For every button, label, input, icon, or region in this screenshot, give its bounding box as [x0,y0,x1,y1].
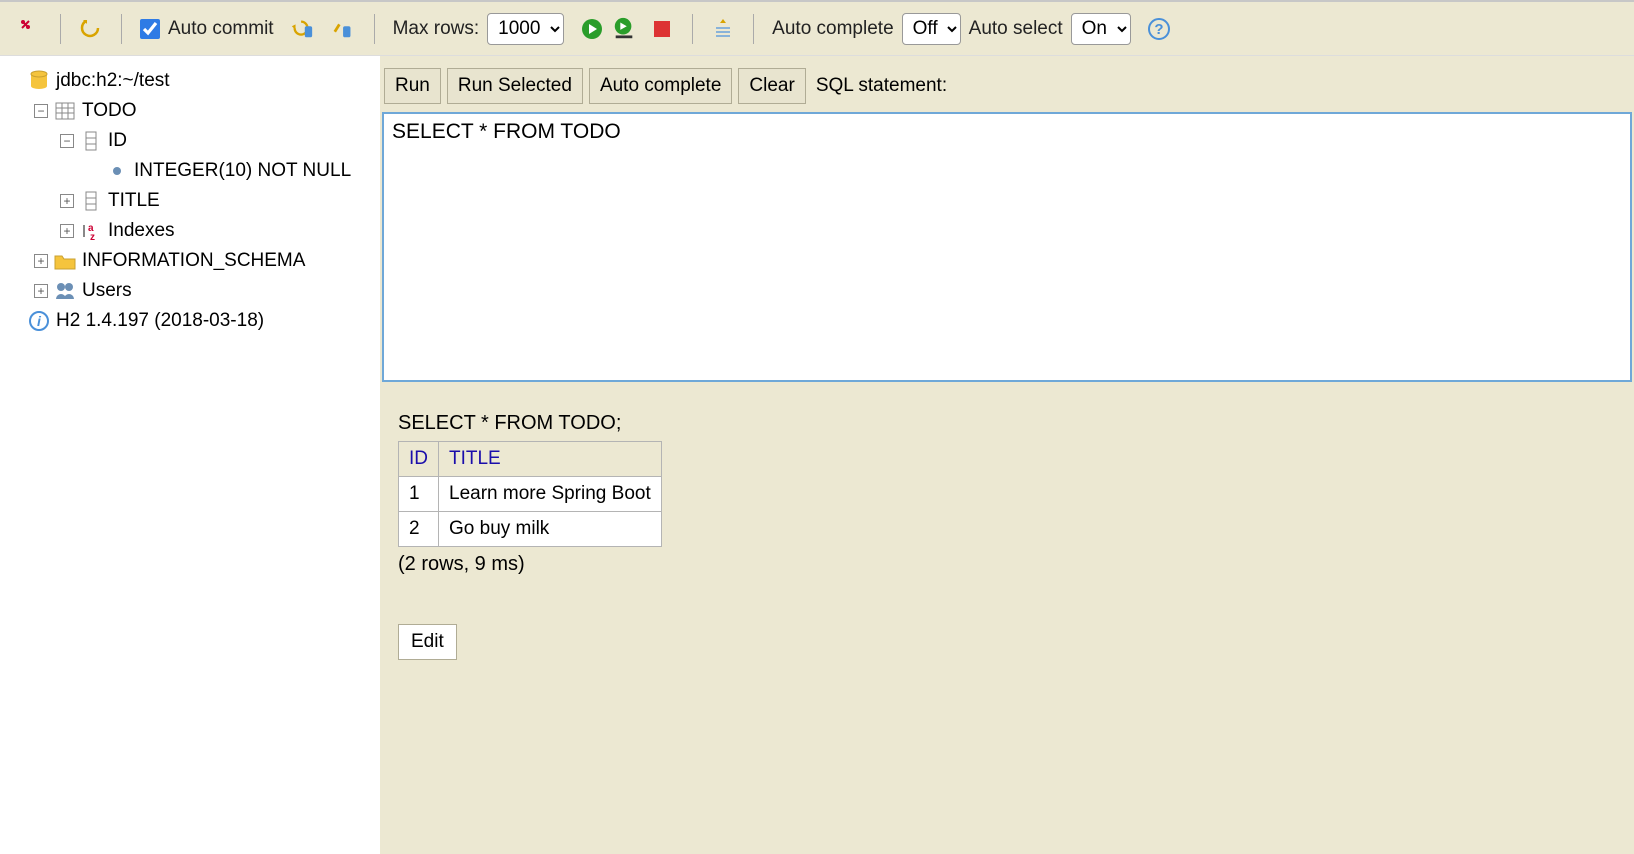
info-schema-node[interactable]: + INFORMATION_SCHEMA [8,246,372,276]
refresh-icon[interactable] [79,17,103,41]
auto-commit-label: Auto commit [168,18,274,40]
column-icon [80,130,102,152]
column-icon [80,190,102,212]
column-id-node[interactable]: − ID [8,126,372,156]
separator [121,14,122,44]
sql-statement-label: SQL statement: [816,75,947,97]
content-area: jdbc:h2:~/test − TODO − ID INTEGER(10) N… [0,56,1634,854]
info-icon: i [28,310,50,332]
column-id-type-node[interactable]: INTEGER(10) NOT NULL [8,156,372,186]
help-icon[interactable]: ? [1147,17,1171,41]
version-label: H2 1.4.197 (2018-03-18) [56,310,264,332]
commit-icon[interactable] [332,17,356,41]
result-stats: (2 rows, 9 ms) [398,553,1616,576]
separator [60,14,61,44]
results-panel: SELECT * FROM TODO; ID TITLE 1 Learn mor… [380,388,1634,684]
expand-icon[interactable]: + [60,194,74,208]
svg-text:?: ? [1154,21,1163,38]
auto-select-label: Auto select [969,18,1063,40]
table-icon [54,100,76,122]
auto-complete-label: Auto complete [772,18,893,40]
indexes-label: Indexes [108,220,175,242]
collapse-icon[interactable]: − [60,134,74,148]
svg-text:i: i [37,313,42,329]
type-bullet-icon [106,160,128,182]
auto-commit-checkbox[interactable] [140,19,160,39]
cell-id: 2 [399,512,439,547]
run-selected-button[interactable]: Run Selected [447,68,583,104]
column-title-label: TITLE [108,190,160,212]
run-button[interactable]: Run [384,68,441,104]
info-schema-label: INFORMATION_SCHEMA [82,250,305,272]
action-bar: Run Run Selected Auto complete Clear SQL… [380,68,1634,104]
db-url-label: jdbc:h2:~/test [56,70,170,92]
expand-icon[interactable]: + [60,224,74,238]
database-icon [28,70,50,92]
header-id[interactable]: ID [399,442,439,477]
expand-icon[interactable]: + [34,284,48,298]
indexes-node[interactable]: + az Indexes [8,216,372,246]
history-icon[interactable] [711,17,735,41]
separator [374,14,375,44]
main-panel: Run Run Selected Auto complete Clear SQL… [380,56,1634,854]
users-label: Users [82,280,132,302]
version-node[interactable]: i H2 1.4.197 (2018-03-18) [8,306,372,336]
collapse-icon[interactable]: − [34,104,48,118]
max-rows-label: Max rows: [393,18,480,40]
sql-editor[interactable] [382,112,1632,382]
run-selected-icon[interactable] [612,17,636,41]
table-node[interactable]: − TODO [8,96,372,126]
db-tree: jdbc:h2:~/test − TODO − ID INTEGER(10) N… [0,56,380,854]
executed-sql-label: SELECT * FROM TODO; [398,412,1616,435]
auto-complete-button[interactable]: Auto complete [589,68,732,104]
header-title[interactable]: TITLE [439,442,662,477]
main-toolbar: Auto commit Max rows: 1000 Auto complete… [0,0,1634,56]
column-title-node[interactable]: + TITLE [8,186,372,216]
indexes-icon: az [80,220,102,242]
cell-id: 1 [399,477,439,512]
folder-icon [54,250,76,272]
table-header-row: ID TITLE [399,442,662,477]
column-id-label: ID [108,130,127,152]
results-table: ID TITLE 1 Learn more Spring Boot 2 Go b… [398,441,662,547]
table-name-label: TODO [82,100,137,122]
run-icon[interactable] [580,17,604,41]
db-node[interactable]: jdbc:h2:~/test [8,66,372,96]
table-row: 1 Learn more Spring Boot [399,477,662,512]
svg-text:z: z [90,232,95,241]
users-node[interactable]: + Users [8,276,372,306]
users-icon [54,280,76,302]
table-row: 2 Go buy milk [399,512,662,547]
max-rows-select[interactable]: 1000 [487,13,564,45]
auto-select-select[interactable]: On [1071,13,1131,45]
rollback-icon[interactable] [290,17,314,41]
separator [753,14,754,44]
edit-button[interactable]: Edit [398,624,457,660]
separator [692,14,693,44]
cell-title: Go buy milk [439,512,662,547]
cell-title: Learn more Spring Boot [439,477,662,512]
column-id-type-label: INTEGER(10) NOT NULL [134,160,351,182]
clear-button[interactable]: Clear [738,68,805,104]
disconnect-icon[interactable] [18,17,42,41]
auto-complete-select[interactable]: Off [902,13,961,45]
stop-icon[interactable] [650,17,674,41]
expand-icon[interactable]: + [34,254,48,268]
